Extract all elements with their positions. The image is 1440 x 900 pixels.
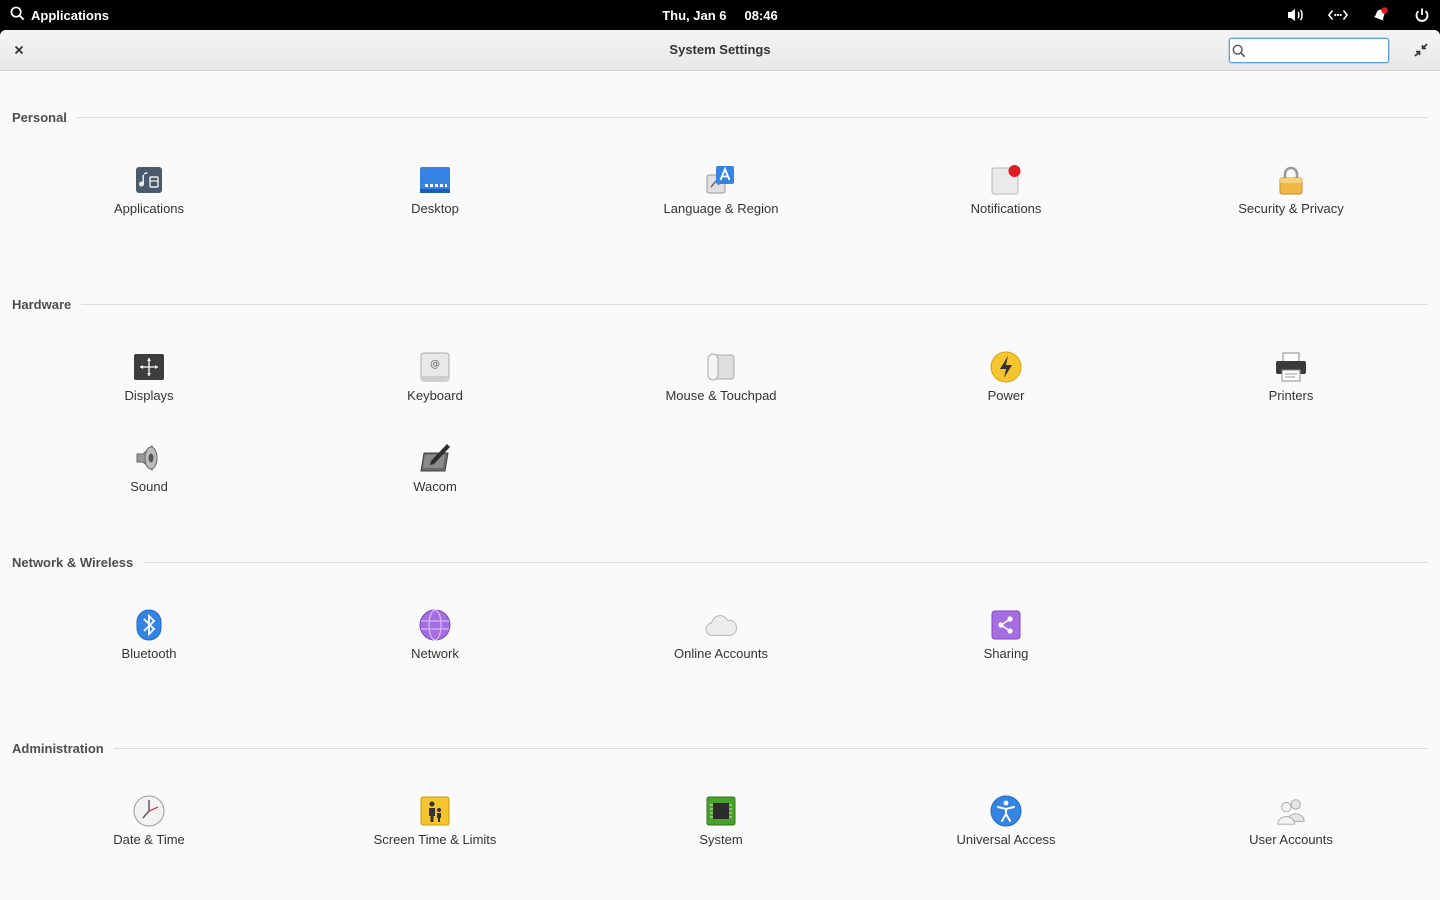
power-icon[interactable] — [1412, 5, 1432, 25]
item-label: Notifications — [970, 201, 1042, 216]
search-icon — [10, 6, 25, 24]
top-panel: Applications Thu, Jan 6 08:46 — [0, 0, 1440, 30]
item-label: Displays — [124, 388, 174, 403]
speaker-icon — [133, 442, 165, 474]
notifications-icon — [990, 164, 1022, 196]
applications-menu-button[interactable]: Applications — [10, 0, 109, 30]
network-globe-icon — [419, 609, 451, 641]
universal-access-item[interactable]: Universal Access — [916, 795, 1096, 859]
parental-controls-icon — [419, 795, 451, 827]
displays-icon — [133, 351, 165, 383]
users-icon — [1275, 795, 1307, 827]
power-lightning-icon — [990, 351, 1022, 383]
window-title: System Settings — [669, 42, 771, 57]
item-label: Printers — [1268, 388, 1314, 403]
section-title: Network & Wireless — [12, 554, 134, 570]
item-label: Security & Privacy — [1238, 201, 1344, 216]
item-label: Date & Time — [113, 832, 185, 847]
item-label: Online Accounts — [674, 646, 768, 661]
sharing-item[interactable]: Sharing — [916, 609, 1096, 673]
item-label: Power — [987, 388, 1025, 403]
printer-icon — [1275, 351, 1307, 383]
desktop-item[interactable]: Desktop — [345, 164, 525, 228]
applications-label: Applications — [31, 7, 110, 23]
item-label: Language & Region — [663, 201, 779, 216]
search-field[interactable] — [1229, 38, 1422, 63]
mouse-icon — [705, 351, 737, 383]
accessibility-icon — [990, 795, 1022, 827]
notifications-item[interactable]: Notifications — [916, 164, 1096, 228]
printers-item[interactable]: Printers — [1201, 351, 1381, 415]
section-divider — [81, 303, 1428, 305]
bluetooth-item[interactable]: Bluetooth — [59, 609, 239, 673]
security-privacy-item[interactable]: Security & Privacy — [1201, 164, 1381, 228]
power-item[interactable]: Power — [916, 351, 1096, 415]
volume-icon[interactable] — [1286, 5, 1306, 25]
section-title: Personal — [12, 109, 67, 125]
clock-icon — [133, 795, 165, 827]
section-administration: Administration — [12, 740, 1428, 756]
network-wired-icon[interactable] — [1328, 5, 1348, 25]
section-network: Network & Wireless — [12, 554, 1428, 570]
item-label: Universal Access — [956, 832, 1056, 847]
date-time-item[interactable]: Date & Time — [59, 795, 239, 859]
item-label: Screen Time & Limits — [373, 832, 497, 847]
screen-time-limits-item[interactable]: Screen Time & Limits — [345, 795, 525, 859]
keyboard-item[interactable]: @ Keyboard — [345, 351, 525, 415]
system-item[interactable]: System — [631, 795, 811, 859]
displays-item[interactable]: Displays — [59, 351, 239, 415]
section-divider — [76, 116, 1428, 118]
item-label: User Accounts — [1249, 832, 1333, 847]
restore-icon — [1414, 43, 1428, 57]
section-personal: Personal — [12, 109, 1428, 125]
cloud-icon — [705, 609, 737, 641]
item-label: Bluetooth — [121, 646, 177, 661]
search-input[interactable] — [1246, 40, 1422, 61]
item-label: Sound — [130, 479, 168, 494]
sound-item[interactable]: Sound — [59, 442, 239, 506]
datetime-indicator: Thu, Jan 6 08:46 — [0, 0, 1440, 30]
item-label: Network — [411, 646, 459, 661]
share-icon — [990, 609, 1022, 641]
language-region-icon — [705, 164, 737, 196]
chip-icon — [705, 795, 737, 827]
item-label: Mouse & Touchpad — [665, 388, 777, 403]
language-region-item[interactable]: Language & Region — [631, 164, 811, 228]
desktop-icon — [419, 164, 451, 196]
panel-time[interactable]: 08:46 — [745, 8, 778, 23]
item-label: Applications — [113, 201, 185, 216]
wacom-item[interactable]: Wacom — [345, 442, 525, 506]
titlebar: System Settings — [0, 30, 1440, 71]
online-accounts-item[interactable]: Online Accounts — [631, 609, 811, 673]
section-divider — [113, 747, 1428, 749]
mouse-touchpad-item[interactable]: Mouse & Touchpad — [631, 351, 811, 415]
svg-text:@: @ — [430, 359, 440, 370]
settings-window: System Settings Personal Applications De… — [0, 30, 1440, 900]
close-button[interactable] — [8, 40, 30, 60]
notifications-bell-icon[interactable] — [1370, 5, 1390, 25]
item-label: Sharing — [983, 646, 1029, 661]
item-label: System — [699, 832, 743, 847]
network-item[interactable]: Network — [345, 609, 525, 673]
section-hardware: Hardware — [12, 296, 1428, 312]
item-label: Keyboard — [407, 388, 463, 403]
bluetooth-icon — [133, 609, 165, 641]
tablet-pen-icon — [419, 442, 451, 474]
item-label: Wacom — [413, 479, 457, 494]
unmaximize-button[interactable] — [1410, 40, 1432, 60]
section-divider — [143, 561, 1428, 563]
section-title: Administration — [12, 740, 104, 756]
close-icon — [14, 45, 24, 55]
section-title: Hardware — [12, 296, 72, 312]
item-label: Desktop — [411, 201, 459, 216]
user-accounts-item[interactable]: User Accounts — [1201, 795, 1381, 859]
applications-item[interactable]: Applications — [59, 164, 239, 228]
keyboard-icon: @ — [419, 351, 451, 383]
applications-icon — [133, 164, 165, 196]
panel-date[interactable]: Thu, Jan 6 — [662, 8, 726, 23]
search-icon — [1232, 44, 1246, 58]
lock-icon — [1275, 164, 1307, 196]
